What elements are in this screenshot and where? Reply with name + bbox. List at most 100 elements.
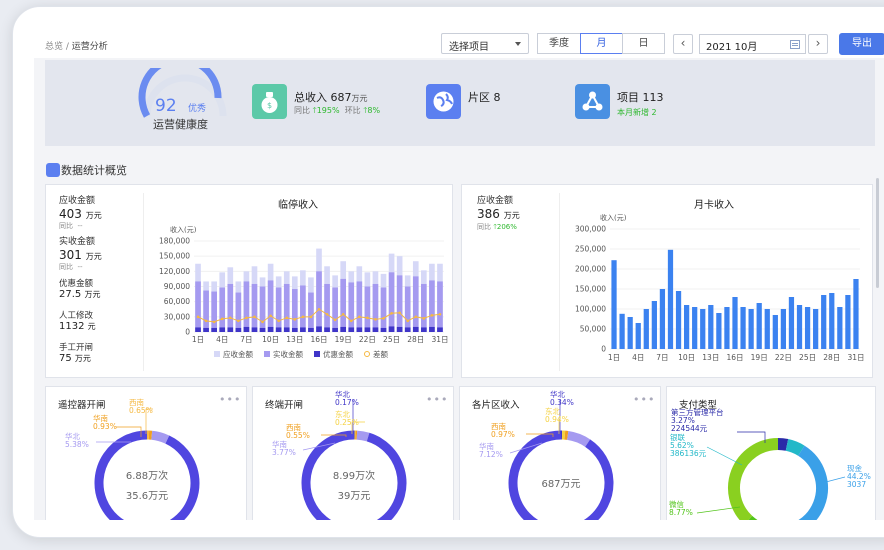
bar-monthly xyxy=(692,307,698,349)
tab-quarter[interactable]: 季度 xyxy=(537,33,581,54)
bar-discount xyxy=(219,327,226,332)
bar-actual xyxy=(404,286,411,332)
money-bag-icon: $ xyxy=(252,84,287,119)
bar-actual xyxy=(275,287,282,332)
legend-marker xyxy=(364,351,370,357)
point-diff xyxy=(253,315,256,319)
area-value: 8 xyxy=(493,91,501,104)
bar-actual xyxy=(348,282,355,332)
donut-label-pct: 0.25% xyxy=(335,418,359,427)
donut-center-label: 687万元 xyxy=(541,479,580,490)
divider xyxy=(559,193,560,371)
stat-label: 优惠金额 xyxy=(59,279,94,289)
stat-value: 1132 元 xyxy=(59,321,96,332)
point-diff xyxy=(390,311,393,315)
export-button[interactable]: 导出 xyxy=(839,33,884,55)
bar-discount xyxy=(316,326,322,332)
donut-slice xyxy=(151,430,170,444)
x-tick-label: 25日 xyxy=(383,335,400,344)
y-tick-label: 50,000 xyxy=(580,325,606,334)
y-tick-label: 250,000 xyxy=(575,245,606,254)
donut-slice xyxy=(797,445,828,520)
x-tick-label: 19日 xyxy=(751,353,768,362)
point-diff xyxy=(422,317,426,320)
donut-leader-line xyxy=(706,446,743,466)
project-select[interactable]: 选择项目 xyxy=(441,33,529,54)
bar-actual xyxy=(243,281,250,332)
x-tick-label: 1日 xyxy=(192,335,204,344)
monthly-card-panel: 应收金额 386 万元 同比 🡑206% 月卡收入 收入(元) 0 50,000 10… xyxy=(461,184,873,378)
date-picker[interactable]: 2021 10月 xyxy=(699,34,806,54)
scrollbar[interactable] xyxy=(876,178,879,288)
legend-marker xyxy=(264,351,270,357)
bar-discount xyxy=(372,327,379,332)
tab-month[interactable]: 月 xyxy=(580,33,623,54)
x-tick-label: 28日 xyxy=(407,335,424,344)
bar-actual xyxy=(291,289,298,332)
income-label: 总收入 xyxy=(294,91,327,104)
bar-monthly xyxy=(651,301,657,349)
stat-label: 实收金额 xyxy=(59,237,96,247)
point-diff xyxy=(285,316,289,320)
bar-monthly xyxy=(829,293,835,349)
bar-actual xyxy=(388,272,395,332)
x-tick-label: 28日 xyxy=(823,353,840,362)
point-diff xyxy=(204,319,208,323)
donut-center-label: 6.88万次 xyxy=(126,469,168,482)
next-period-button[interactable]: › xyxy=(808,34,828,54)
donut-label-amount: 224544元 xyxy=(671,424,708,433)
bar-monthly xyxy=(667,249,674,349)
bar-discount xyxy=(388,326,395,332)
bar-monthly xyxy=(780,309,787,349)
bar-discount xyxy=(291,327,298,332)
y-axis-label: 收入(元) xyxy=(170,225,197,234)
prev-period-button[interactable]: ‹ xyxy=(673,34,693,54)
x-tick-label: 4日 xyxy=(216,335,228,344)
donut-center-label: 8.99万次 xyxy=(333,469,375,482)
bar-discount xyxy=(259,327,266,332)
x-tick-label: 16日 xyxy=(310,335,327,344)
bar-discount xyxy=(275,327,282,332)
project-value: 113 xyxy=(642,91,664,104)
bar-monthly xyxy=(788,297,795,349)
bar-monthly xyxy=(756,303,762,349)
breadcrumb-current: 运营分析 xyxy=(71,42,108,52)
donut-label-pct: 5.38% xyxy=(65,440,89,449)
bar-monthly xyxy=(700,309,706,349)
bar-actual xyxy=(203,290,209,332)
legend-label: 优惠金额 xyxy=(323,349,353,359)
bar-actual xyxy=(195,281,201,332)
bar-discount xyxy=(380,327,387,332)
donut-label-amount: 386136元 xyxy=(670,449,707,458)
area-label: 片区 xyxy=(468,91,490,104)
stat-label: 应收金额 xyxy=(477,196,514,206)
x-tick-label: 10日 xyxy=(678,353,695,362)
bar-discount xyxy=(195,327,201,332)
terminal-open-card: 终端开闸 ••• 8.99万次 39万元 华北 0.17% 东北 0.25% 西南 0.55%… xyxy=(252,386,454,520)
bar-monthly xyxy=(708,305,714,349)
tab-day[interactable]: 日 xyxy=(622,33,665,54)
bar-monthly xyxy=(635,323,641,349)
bar-discount xyxy=(300,327,306,332)
bar-discount xyxy=(243,326,250,332)
bar-actual xyxy=(300,285,306,332)
section-title: 数据统计概览 xyxy=(61,164,127,177)
area-title: 片区 8 xyxy=(468,89,501,105)
mom-value: 8% xyxy=(367,106,381,115)
bar-actual xyxy=(429,280,435,332)
stat-compare: 同比 -- xyxy=(59,263,83,271)
bar-actual xyxy=(308,292,314,332)
bar-discount xyxy=(283,327,290,332)
point-diff xyxy=(228,316,232,320)
donut-label-pct: 0.94% xyxy=(545,415,569,424)
stat-label: 手工开闸 xyxy=(59,343,94,353)
divider xyxy=(143,193,144,371)
legend-label: 应收金额 xyxy=(223,349,253,359)
point-diff xyxy=(317,307,321,311)
bar-actual xyxy=(227,283,234,332)
point-diff xyxy=(309,315,313,319)
breadcrumb-root[interactable]: 总览 xyxy=(45,42,63,52)
project-label: 项目 xyxy=(617,91,639,104)
x-tick-label: 7日 xyxy=(656,353,668,362)
legend-marker xyxy=(214,351,220,357)
